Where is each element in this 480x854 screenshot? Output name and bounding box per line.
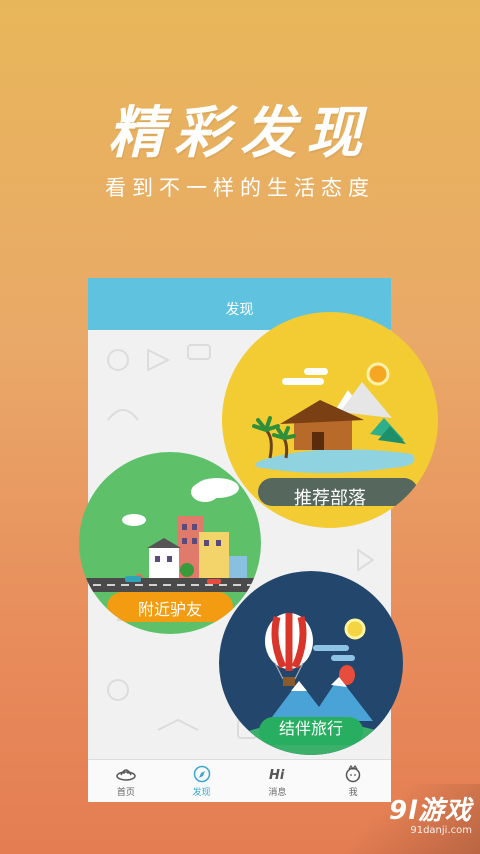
svg-text:Hi: Hi [269,768,285,783]
ufo-icon [116,768,136,781]
hero-subtitle: 看到不一样的生活态度 [105,176,375,200]
travel-together-label: 结伴旅行 [278,719,343,738]
tab-messages-label: 消息 [268,787,287,798]
tab-discover-label: 发现 [192,787,211,798]
watermark-url: 91danji.com [410,825,472,836]
travel-together-card[interactable]: 结伴旅行 [219,571,403,755]
compass-icon [193,765,210,782]
hi-icon: Hi [269,768,285,783]
tab-home-label: 首页 [116,787,135,798]
hero-title: 精彩发现 [108,100,372,166]
watermark-logo: 9l游戏 91danji.com [389,790,472,836]
watermark-brand-name: 9l游戏 [388,796,472,826]
tab-discover[interactable]: 发现 [164,760,240,802]
face-icon [345,764,361,782]
tab-home[interactable]: 首页 [88,760,164,802]
